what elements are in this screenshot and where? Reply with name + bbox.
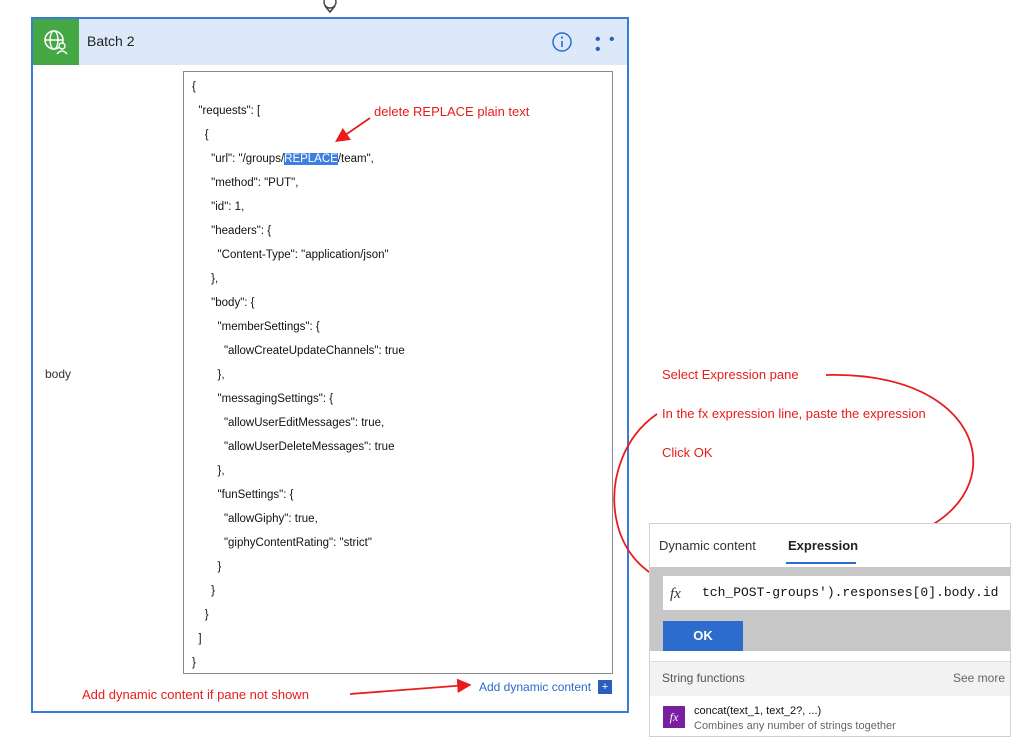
code-line: "messagingSettings": {: [192, 393, 334, 405]
annotation-delete-replace: delete REPLACE plain text: [374, 104, 530, 119]
code-line: "allowCreateUpdateChannels": true: [192, 345, 405, 357]
globe-user-icon: [33, 19, 79, 65]
code-line: "body": {: [192, 297, 255, 309]
code-line: "url": "/groups/REPLACE/team",: [192, 153, 374, 165]
tab-dynamic-content[interactable]: Dynamic content: [659, 538, 756, 553]
code-line: "memberSettings": {: [192, 321, 320, 333]
add-dynamic-content-link[interactable]: Add dynamic content: [479, 680, 591, 694]
more-options-icon[interactable]: • • •: [595, 32, 627, 58]
code-line: "id": 1,: [192, 201, 245, 213]
annotation-add-dynamic: Add dynamic content if pane not shown: [82, 687, 309, 702]
code-line: }: [192, 585, 216, 597]
code-line: "allowGiphy": true,: [192, 513, 318, 525]
code-line: ]: [192, 633, 202, 645]
flow-connector-icon: [323, 0, 337, 14]
function-icon: fx: [663, 706, 685, 728]
annotation-paste-expression: In the fx expression line, paste the exp…: [662, 406, 926, 421]
code-line: "method": "PUT",: [192, 177, 299, 189]
code-line: "giphyContentRating": "strict": [192, 537, 372, 549]
section-label: String functions: [662, 671, 745, 685]
ok-button[interactable]: OK: [663, 621, 743, 651]
tab-active-indicator: [786, 562, 856, 564]
body-field-label: body: [45, 367, 72, 381]
code-line: }: [192, 657, 196, 669]
info-icon[interactable]: [551, 31, 573, 53]
batch-action-card: Batch 2 • • • body { "requests": [ { "ur…: [31, 17, 629, 713]
code-line: "allowUserDeleteMessages": true: [192, 441, 395, 453]
annotation-click-ok: Click OK: [662, 445, 713, 460]
plus-icon[interactable]: +: [598, 680, 612, 694]
string-functions-header[interactable]: String functions See more: [650, 661, 1010, 696]
code-line: "funSettings": {: [192, 489, 294, 501]
code-line: }: [192, 561, 222, 573]
fx-icon: fx: [670, 586, 681, 602]
tab-expression[interactable]: Expression: [788, 538, 858, 553]
see-more-link[interactable]: See more: [953, 671, 1005, 685]
body-json-editor[interactable]: { "requests": [ { "url": "/groups/REPLAC…: [183, 71, 613, 674]
replace-highlight[interactable]: REPLACE: [284, 153, 338, 165]
code-line: "requests": [: [192, 105, 261, 117]
code-line: {: [192, 81, 196, 93]
annotation-select-expression: Select Expression pane: [662, 367, 799, 382]
code-line: "Content-Type": "application/json": [192, 249, 389, 261]
code-line: },: [192, 273, 219, 285]
dynamic-content-pane: Dynamic content Expression fx tch_POST-g…: [649, 523, 1011, 737]
code-line: },: [192, 369, 225, 381]
expression-text[interactable]: tch_POST-groups').responses[0].body.id: [702, 585, 998, 600]
function-description: Combines any number of strings together: [694, 720, 896, 732]
card-title: Batch 2: [87, 33, 135, 49]
function-name[interactable]: concat(text_1, text_2?, ...): [694, 705, 821, 717]
code-line: "headers": {: [192, 225, 272, 237]
code-line: "allowUserEditMessages": true,: [192, 417, 385, 429]
code-line: },: [192, 465, 225, 477]
card-header[interactable]: Batch 2 • • •: [33, 19, 627, 65]
code-line: }: [192, 609, 209, 621]
code-line: {: [192, 129, 209, 141]
